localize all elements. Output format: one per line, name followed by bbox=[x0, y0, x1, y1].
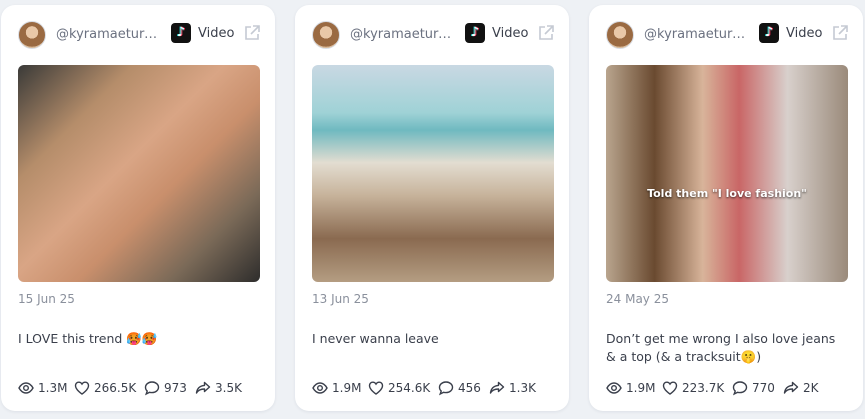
shares-count: 3.5K bbox=[215, 381, 242, 395]
avatar[interactable] bbox=[606, 21, 634, 49]
post-date: 15 Jun 25 bbox=[18, 292, 75, 306]
share-icon bbox=[783, 381, 799, 394]
post-card[interactable]: @kyramaeturn... ♪ Video Told them "I lov… bbox=[589, 5, 863, 411]
external-link-icon[interactable] bbox=[243, 24, 261, 42]
username[interactable]: @kyramaeturn... bbox=[56, 27, 164, 42]
post-caption: Don’t get me wrong I also love jeans & a… bbox=[606, 331, 836, 364]
post-date: 13 Jun 25 bbox=[312, 292, 369, 306]
comment-icon bbox=[438, 381, 454, 396]
eye-icon bbox=[18, 382, 34, 394]
card-header: @kyramaeturn... ♪ Video bbox=[606, 21, 849, 51]
likes-count: 266.5K bbox=[94, 381, 137, 395]
video-overlay-text: Told them "I love fashion" bbox=[647, 187, 807, 200]
views-count: 1.3M bbox=[38, 381, 68, 395]
post-caption: I LOVE this trend 🥵🥵 bbox=[18, 331, 158, 346]
heart-icon bbox=[74, 381, 90, 395]
card-header: @kyramaeturn... ♪ Video bbox=[18, 21, 261, 51]
share-icon bbox=[489, 381, 505, 394]
comments-count: 973 bbox=[164, 381, 187, 395]
platform-label: Video bbox=[492, 26, 529, 41]
external-link-icon[interactable] bbox=[831, 24, 849, 42]
post-stats: 1.9M 223.7K 770 2K bbox=[606, 378, 853, 398]
likes-count: 254.6K bbox=[388, 381, 431, 395]
post-date: 24 May 25 bbox=[606, 292, 669, 306]
external-link-icon[interactable] bbox=[537, 24, 555, 42]
post-thumbnail[interactable]: Told them "I love fashion" bbox=[606, 65, 848, 282]
tiktok-icon: ♪ bbox=[171, 23, 191, 43]
likes-count: 223.7K bbox=[682, 381, 725, 395]
shares-count: 2K bbox=[803, 381, 819, 395]
share-icon bbox=[195, 381, 211, 394]
card-header: @kyramaeturn... ♪ Video bbox=[312, 21, 555, 51]
platform-label: Video bbox=[198, 26, 235, 41]
shares-count: 1.3K bbox=[509, 381, 536, 395]
platform-label: Video bbox=[786, 26, 823, 41]
post-stats: 1.9M 254.6K 456 1.3K bbox=[312, 378, 559, 398]
post-thumbnail[interactable] bbox=[18, 65, 260, 282]
views-count: 1.9M bbox=[332, 381, 362, 395]
comment-icon bbox=[732, 381, 748, 396]
avatar[interactable] bbox=[18, 21, 46, 49]
username[interactable]: @kyramaeturn... bbox=[350, 27, 458, 42]
tiktok-icon: ♪ bbox=[759, 23, 779, 43]
views-count: 1.9M bbox=[626, 381, 656, 395]
comment-icon bbox=[144, 381, 160, 396]
post-caption: I never wanna leave bbox=[312, 331, 439, 346]
eye-icon bbox=[606, 382, 622, 394]
heart-icon bbox=[368, 381, 384, 395]
post-card[interactable]: @kyramaeturn... ♪ Video 13 Jun 25 I neve… bbox=[295, 5, 569, 411]
username[interactable]: @kyramaeturn... bbox=[644, 27, 752, 42]
post-thumbnail[interactable] bbox=[312, 65, 554, 282]
eye-icon bbox=[312, 382, 328, 394]
tiktok-icon: ♪ bbox=[465, 23, 485, 43]
avatar[interactable] bbox=[312, 21, 340, 49]
comments-count: 770 bbox=[752, 381, 775, 395]
post-card[interactable]: @kyramaeturn... ♪ Video 15 Jun 25 I LOVE… bbox=[1, 5, 275, 411]
comments-count: 456 bbox=[458, 381, 481, 395]
heart-icon bbox=[662, 381, 678, 395]
post-stats: 1.3M 266.5K 973 3.5K bbox=[18, 378, 265, 398]
